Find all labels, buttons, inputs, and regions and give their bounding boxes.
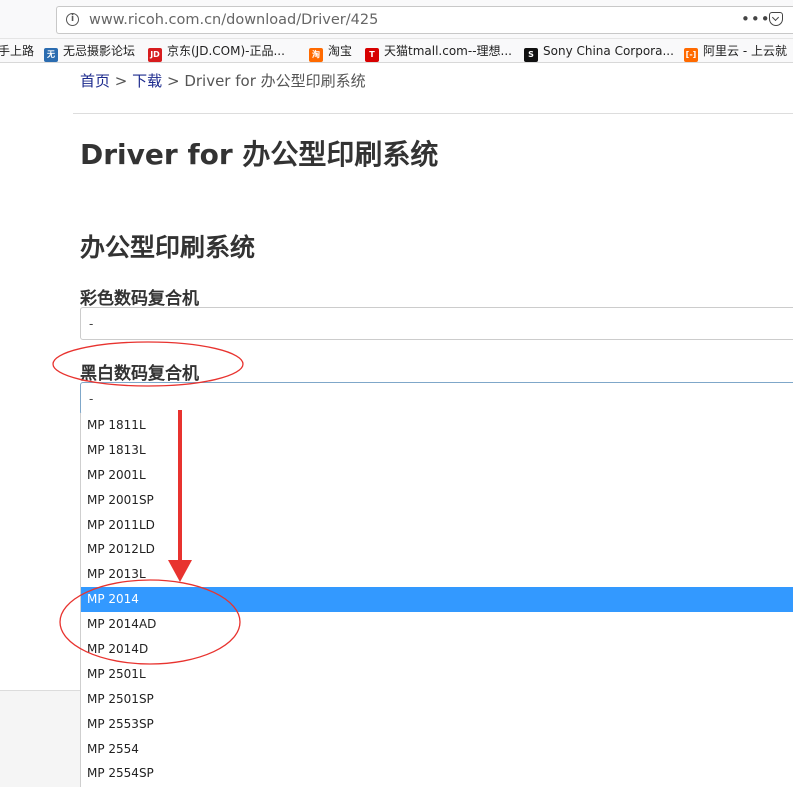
color-mfp-select-value: - <box>89 316 94 331</box>
breadcrumb-home-link[interactable]: 首页 <box>80 72 110 90</box>
dropdown-option[interactable]: MP 1811L <box>81 413 793 438</box>
dropdown-option[interactable]: MP 2553SP <box>81 712 793 737</box>
bookmark-item[interactable]: S Sony China Corpora... <box>524 42 674 62</box>
url-text[interactable]: www.ricoh.com.cn/download/Driver/425 <box>89 12 378 28</box>
breadcrumb-download-link[interactable]: 下载 <box>132 72 162 90</box>
bw-mfp-select[interactable]: - <box>80 382 793 415</box>
bookmark-item[interactable]: T 天猫tmall.com--理想... <box>365 42 512 62</box>
browser-toolbar: i www.ricoh.com.cn/download/Driver/425 •… <box>0 0 793 39</box>
dropdown-option[interactable]: MP 2014D <box>81 637 793 662</box>
dropdown-option[interactable]: MP 2501SP <box>81 687 793 712</box>
address-bar[interactable]: i www.ricoh.com.cn/download/Driver/425 •… <box>56 6 793 34</box>
dropdown-option[interactable]: MP 2001SP <box>81 488 793 513</box>
bookmark-item[interactable]: 无无忌摄影论坛 <box>44 42 135 62</box>
breadcrumb-current: Driver for 办公型印刷系统 <box>184 72 366 90</box>
color-mfp-label: 彩色数码复合机 <box>80 289 199 309</box>
breadcrumb-separator: > <box>114 72 128 90</box>
dropdown-option[interactable]: MP 2554SP <box>81 761 793 786</box>
dropdown-option[interactable]: MP 2554 <box>81 737 793 762</box>
breadcrumb: 首页 > 下载 > Driver for 办公型印刷系统 <box>80 70 366 91</box>
wuji-favicon: 无 <box>44 48 58 62</box>
bookmarks-toolbar: 手上路 无无忌摄影论坛 JD 京东(JD.COM)-正品... 淘淘宝 T 天猫tm… <box>0 39 793 63</box>
jd-favicon: JD <box>148 48 162 62</box>
dropdown-option[interactable]: MP 2001L <box>81 463 793 488</box>
bookmark-item[interactable]: JD 京东(JD.COM)-正品... <box>148 42 285 62</box>
dropdown-option[interactable]: MP 2014AD <box>81 612 793 637</box>
dropdown-option[interactable]: MP 2011LD <box>81 513 793 538</box>
bookmark-item[interactable]: 淘淘宝 <box>309 42 352 62</box>
bw-mfp-select-value: - <box>89 391 94 406</box>
divider <box>73 113 793 114</box>
breadcrumb-separator: > <box>166 72 180 90</box>
bw-mfp-dropdown-list[interactable]: MP 1811L MP 1813L MP 2001L MP 2001SP MP 2011… <box>80 413 793 787</box>
bookmark-item[interactable]: [-] 阿里云 - 上云就 <box>684 42 787 62</box>
dropdown-option[interactable]: MP 2012LD <box>81 537 793 562</box>
page-title: Driver for 办公型印刷系统 <box>80 138 439 171</box>
dropdown-option[interactable]: MP 1813L <box>81 438 793 463</box>
dropdown-option[interactable]: MP 2014 <box>81 587 793 613</box>
bookmark-item[interactable]: 手上路 <box>0 42 34 60</box>
dropdown-option[interactable]: MP 2501L <box>81 662 793 687</box>
more-actions-icon[interactable]: ••• <box>741 10 771 28</box>
taobao-favicon: 淘 <box>309 48 323 62</box>
color-mfp-select[interactable]: - <box>80 307 793 340</box>
sony-favicon: S <box>524 48 538 62</box>
tmall-favicon: T <box>365 48 379 62</box>
info-icon[interactable]: i <box>66 13 79 26</box>
aliyun-favicon: [-] <box>684 48 698 62</box>
bw-mfp-label: 黑白数码复合机 <box>80 364 199 384</box>
pocket-icon[interactable] <box>769 12 783 26</box>
background-panel <box>0 690 80 787</box>
dropdown-option[interactable]: MP 2013L <box>81 562 793 587</box>
section-title: 办公型印刷系统 <box>80 233 256 262</box>
